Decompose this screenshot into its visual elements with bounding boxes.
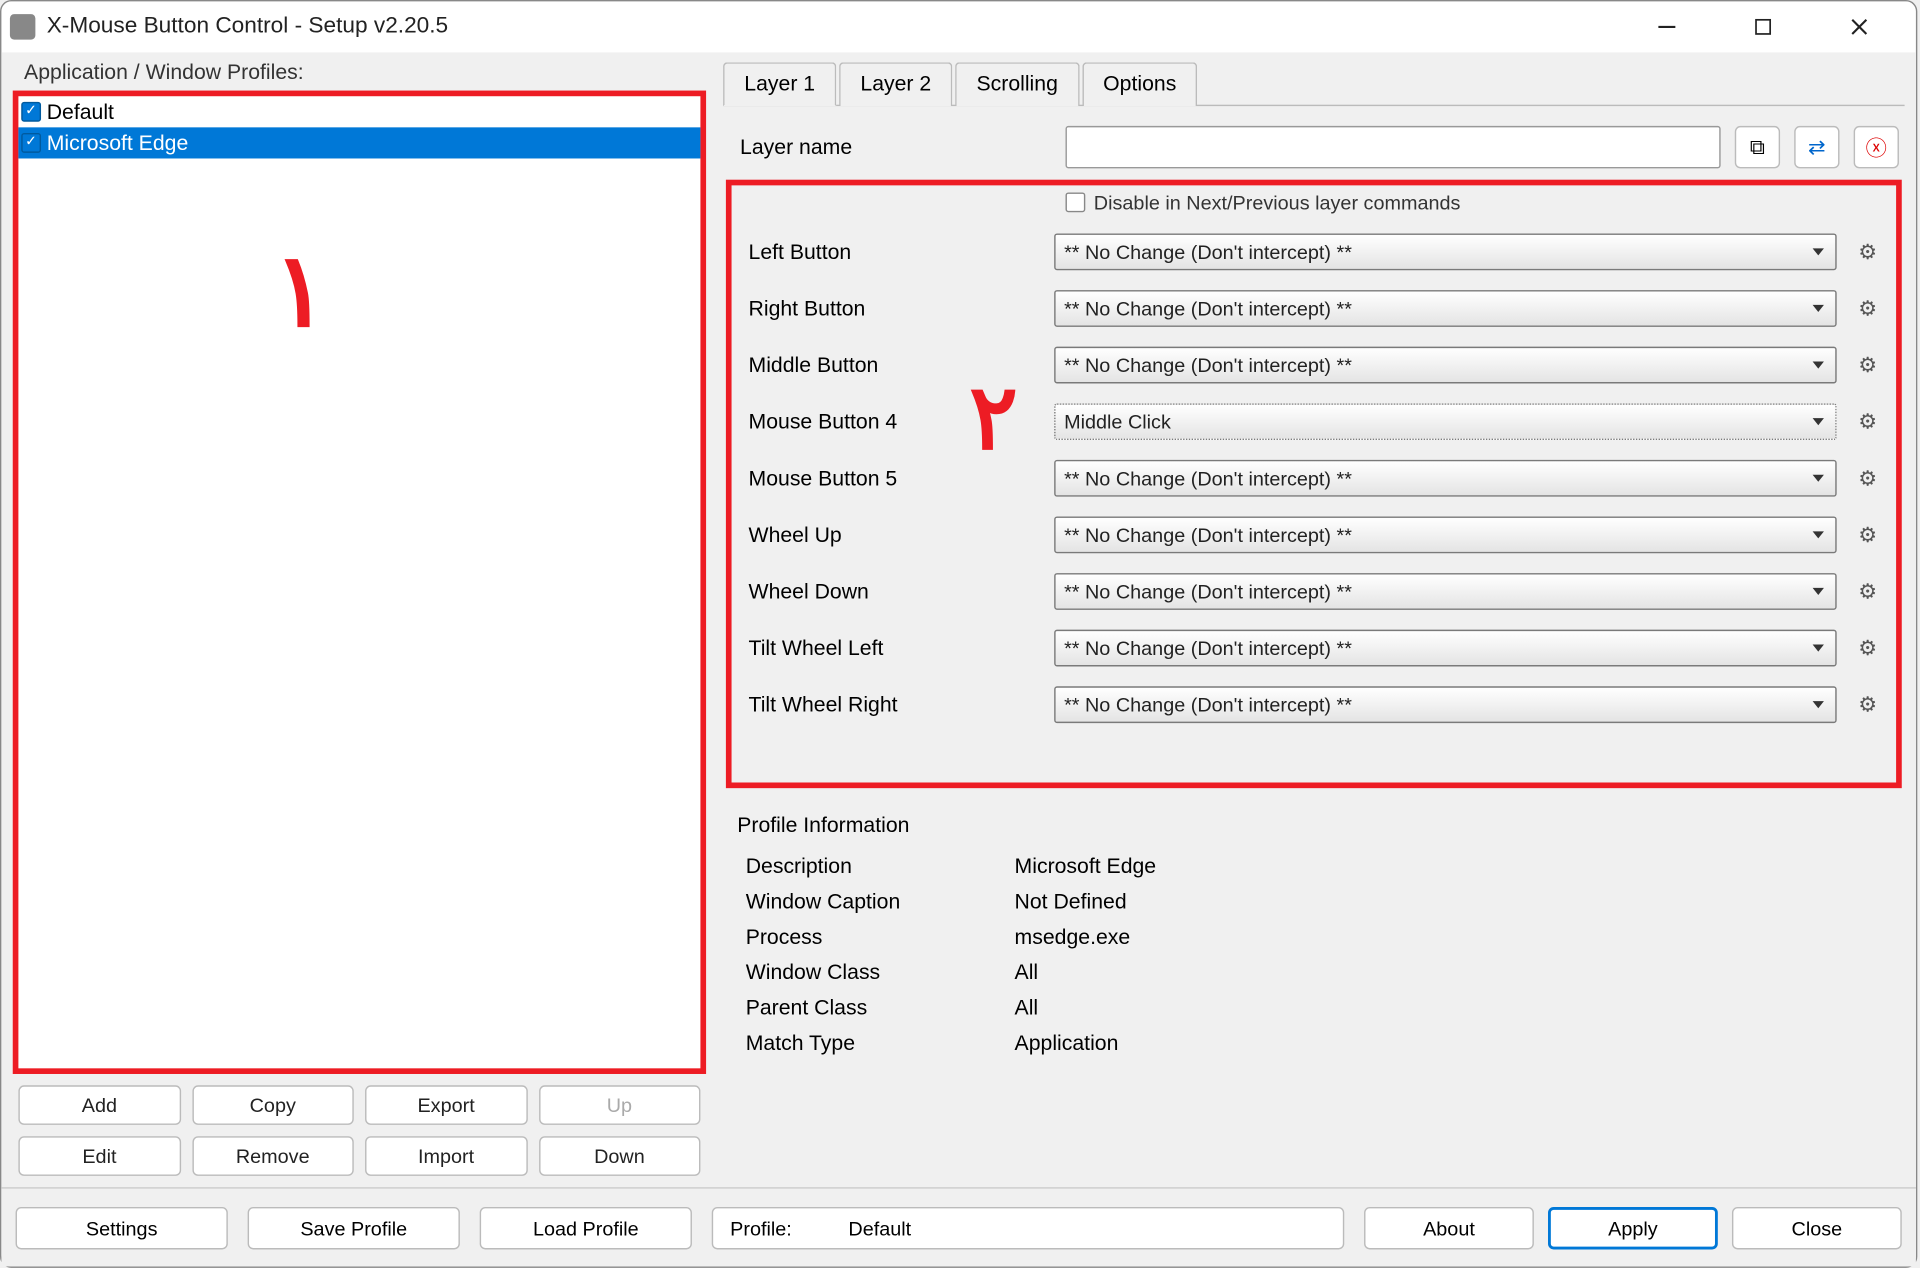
swap-icon[interactable]: ⇄ — [1794, 126, 1839, 168]
window-title: X-Mouse Button Control - Setup v2.20.5 — [47, 14, 1636, 39]
pi-parent-k: Parent Class — [746, 996, 1015, 1020]
profile-label: Default — [47, 100, 114, 124]
pi-match-k: Match Type — [746, 1032, 1015, 1056]
gear-icon[interactable]: ⚙ — [1851, 631, 1885, 665]
middle-button-combo[interactable]: ** No Change (Don't intercept) ** — [1054, 347, 1836, 384]
bottom-bar: Settings Save Profile Load Profile Profi… — [1, 1187, 1915, 1266]
save-profile-button[interactable]: Save Profile — [248, 1206, 460, 1248]
titlebar: X-Mouse Button Control - Setup v2.20.5 — [1, 1, 1915, 52]
mb5-combo[interactable]: ** No Change (Don't intercept) ** — [1054, 460, 1836, 497]
wheel-down-combo[interactable]: ** No Change (Don't intercept) ** — [1054, 573, 1836, 610]
tilt-left-label: Tilt Wheel Left — [743, 636, 1040, 660]
pi-class-v: All — [1015, 961, 1039, 985]
edit-button[interactable]: Edit — [18, 1136, 180, 1176]
disable-label: Disable in Next/Previous layer commands — [1094, 191, 1461, 214]
profile-status-label: Profile: — [730, 1216, 792, 1239]
left-button-combo[interactable]: ** No Change (Don't intercept) ** — [1054, 233, 1836, 270]
gear-icon[interactable]: ⚙ — [1851, 518, 1885, 552]
pi-caption-v: Not Defined — [1015, 890, 1127, 914]
settings-button[interactable]: Settings — [16, 1206, 228, 1248]
tabs: Layer 1 Layer 2 Scrolling Options — [723, 61, 1905, 106]
app-window: X-Mouse Button Control - Setup v2.20.5 A… — [0, 0, 1917, 1268]
profile-status: Profile: Default — [712, 1206, 1345, 1248]
gear-icon[interactable]: ⚙ — [1851, 291, 1885, 325]
up-button[interactable]: Up — [538, 1085, 700, 1125]
close-app-button[interactable]: Close — [1732, 1206, 1902, 1248]
disable-checkbox[interactable] — [1065, 192, 1085, 212]
profile-label: Microsoft Edge — [47, 131, 189, 155]
tilt-right-label: Tilt Wheel Right — [743, 693, 1040, 717]
gear-icon[interactable]: ⚙ — [1851, 688, 1885, 722]
checkbox-icon[interactable] — [21, 102, 41, 122]
about-button[interactable]: About — [1364, 1206, 1534, 1248]
pi-description-v: Microsoft Edge — [1015, 855, 1157, 879]
annotation-2: ۲ — [969, 366, 1018, 471]
mappings-pane: Disable in Next/Previous layer commands … — [726, 180, 1902, 788]
maximize-button[interactable] — [1732, 6, 1794, 48]
add-button[interactable]: Add — [18, 1085, 180, 1125]
tab-layer2[interactable]: Layer 2 — [839, 62, 952, 106]
profiles-heading: Application / Window Profiles: — [13, 61, 706, 85]
left-button-label: Left Button — [743, 240, 1040, 264]
profile-info: Profile Information DescriptionMicrosoft… — [737, 814, 1890, 1062]
load-profile-button[interactable]: Load Profile — [480, 1206, 692, 1248]
copy-layer-icon[interactable]: ⧉ — [1735, 126, 1780, 168]
wheel-down-label: Wheel Down — [743, 579, 1040, 603]
gear-icon[interactable]: ⚙ — [1851, 235, 1885, 269]
profile-info-heading: Profile Information — [737, 814, 1890, 838]
tilt-right-combo[interactable]: ** No Change (Don't intercept) ** — [1054, 686, 1836, 723]
wheel-up-combo[interactable]: ** No Change (Don't intercept) ** — [1054, 516, 1836, 553]
tab-options[interactable]: Options — [1082, 62, 1198, 106]
close-button[interactable] — [1828, 6, 1890, 48]
pi-parent-v: All — [1015, 996, 1039, 1020]
pi-description-k: Description — [746, 855, 1015, 879]
remove-button[interactable]: Remove — [192, 1136, 354, 1176]
gear-icon[interactable]: ⚙ — [1851, 405, 1885, 439]
layer-name-label: Layer name — [740, 135, 1051, 159]
down-button[interactable]: Down — [538, 1136, 700, 1176]
wheel-up-label: Wheel Up — [743, 523, 1040, 547]
profiles-list[interactable]: Default Microsoft Edge ۱ — [13, 91, 706, 1074]
copy-button[interactable]: Copy — [192, 1085, 354, 1125]
gear-icon[interactable]: ⚙ — [1851, 461, 1885, 495]
right-button-combo[interactable]: ** No Change (Don't intercept) ** — [1054, 290, 1836, 327]
app-icon — [10, 14, 35, 39]
pi-match-v: Application — [1015, 1032, 1119, 1056]
layer-name-input[interactable] — [1065, 126, 1720, 168]
right-button-label: Right Button — [743, 296, 1040, 320]
pi-process-k: Process — [746, 925, 1015, 949]
tab-layer1[interactable]: Layer 1 — [723, 62, 836, 106]
apply-button[interactable]: Apply — [1548, 1206, 1718, 1248]
mb4-combo[interactable]: Middle Click — [1054, 403, 1836, 440]
checkbox-icon[interactable] — [21, 133, 41, 153]
profile-row-edge[interactable]: Microsoft Edge — [18, 127, 700, 158]
tab-scrolling[interactable]: Scrolling — [955, 62, 1079, 106]
profile-row-default[interactable]: Default — [18, 96, 700, 127]
pi-class-k: Window Class — [746, 961, 1015, 985]
profile-status-value: Default — [848, 1216, 911, 1239]
annotation-1: ۱ — [273, 231, 328, 351]
gear-icon[interactable]: ⚙ — [1851, 574, 1885, 608]
clear-layer-icon[interactable]: ⓧ — [1854, 126, 1899, 168]
minimize-button[interactable] — [1636, 6, 1698, 48]
import-button[interactable]: Import — [365, 1136, 527, 1176]
export-button[interactable]: Export — [365, 1085, 527, 1125]
pi-process-v: msedge.exe — [1015, 925, 1131, 949]
gear-icon[interactable]: ⚙ — [1851, 348, 1885, 382]
tilt-left-combo[interactable]: ** No Change (Don't intercept) ** — [1054, 630, 1836, 667]
pi-caption-k: Window Caption — [746, 890, 1015, 914]
